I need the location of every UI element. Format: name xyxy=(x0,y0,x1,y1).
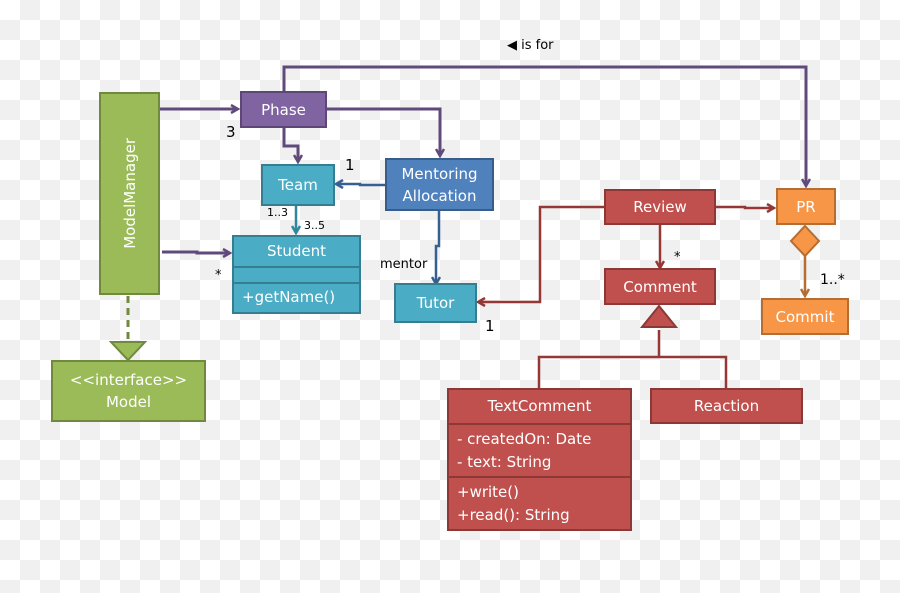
link-phase-mentoring xyxy=(326,107,440,156)
label-team-mult: 1 xyxy=(345,156,355,174)
class-student[interactable]: Student +getName() xyxy=(232,235,361,314)
class-comment[interactable]: Comment xyxy=(604,268,716,305)
label-team-student-1-3: 1..3 xyxy=(267,206,288,219)
class-review[interactable]: Review xyxy=(604,189,716,225)
class-textcomment-attributes: - createdOn: Date - text: String xyxy=(449,425,630,478)
class-team[interactable]: Team xyxy=(261,164,335,206)
class-reaction-label: Reaction xyxy=(693,397,760,415)
label-commit-mult: 1..* xyxy=(820,272,845,288)
class-textcomment[interactable]: TextComment - createdOn: Date - text: St… xyxy=(447,388,632,531)
class-commit-label: Commit xyxy=(775,307,835,326)
class-pr-label: PR xyxy=(796,197,816,216)
link-modelmanager-student xyxy=(162,252,230,253)
class-student-name: Student xyxy=(234,237,359,268)
class-team-label: Team xyxy=(278,176,318,194)
class-review-label: Review xyxy=(633,198,687,216)
label-tutor-mult: 1 xyxy=(485,317,495,335)
label-team-student-3-5: 3..5 xyxy=(304,219,325,232)
link-mentoring-team xyxy=(336,184,386,185)
class-mentoring-line1: Mentoring xyxy=(401,164,478,183)
method-read: +read(): String xyxy=(457,506,570,524)
label-phase-mult: 3 xyxy=(226,123,236,141)
label-student-mult: * xyxy=(215,268,222,283)
class-model-stereotype: <<interface>> xyxy=(69,371,188,389)
class-modelmanager-label: ModelManager xyxy=(120,138,139,249)
class-model-name: Model xyxy=(105,393,152,411)
class-mentoring-line2: Allocation xyxy=(402,186,477,205)
class-phase[interactable]: Phase xyxy=(240,91,327,128)
composition-diamond xyxy=(789,224,821,258)
label-is-for: ◀ is for xyxy=(507,38,554,53)
link-phase-pr xyxy=(282,65,806,186)
class-comment-label: Comment xyxy=(623,277,697,296)
class-phase-label: Phase xyxy=(261,100,306,119)
realization-triangle xyxy=(108,341,148,362)
generalization-triangle xyxy=(639,304,679,328)
class-tutor[interactable]: Tutor xyxy=(394,283,477,323)
link-review-pr xyxy=(715,207,774,208)
class-reaction[interactable]: Reaction xyxy=(650,388,803,424)
class-textcomment-methods: +write() +read(): String xyxy=(449,478,630,529)
label-comment-mult: * xyxy=(674,250,681,265)
label-mentor: mentor xyxy=(380,257,428,272)
attribute-createdon: - createdOn: Date xyxy=(457,430,592,448)
link-review-tutor xyxy=(478,205,605,302)
class-commit[interactable]: Commit xyxy=(761,298,849,335)
class-mentoring-allocation[interactable]: Mentoring Allocation xyxy=(385,158,494,211)
class-pr[interactable]: PR xyxy=(776,188,836,225)
method-write: +write() xyxy=(457,483,519,501)
attribute-text: - text: String xyxy=(457,453,552,471)
class-model[interactable]: <<interface>> Model xyxy=(51,360,206,422)
link-generalization xyxy=(537,330,728,388)
class-textcomment-name: TextComment xyxy=(449,390,630,425)
class-modelmanager[interactable]: ModelManager xyxy=(99,92,160,295)
link-phase-team xyxy=(282,128,298,162)
class-student-attributes xyxy=(234,268,359,284)
class-tutor-label: Tutor xyxy=(416,294,455,312)
link-mentoring-tutor xyxy=(436,211,439,284)
class-student-methods: +getName() xyxy=(242,288,336,306)
